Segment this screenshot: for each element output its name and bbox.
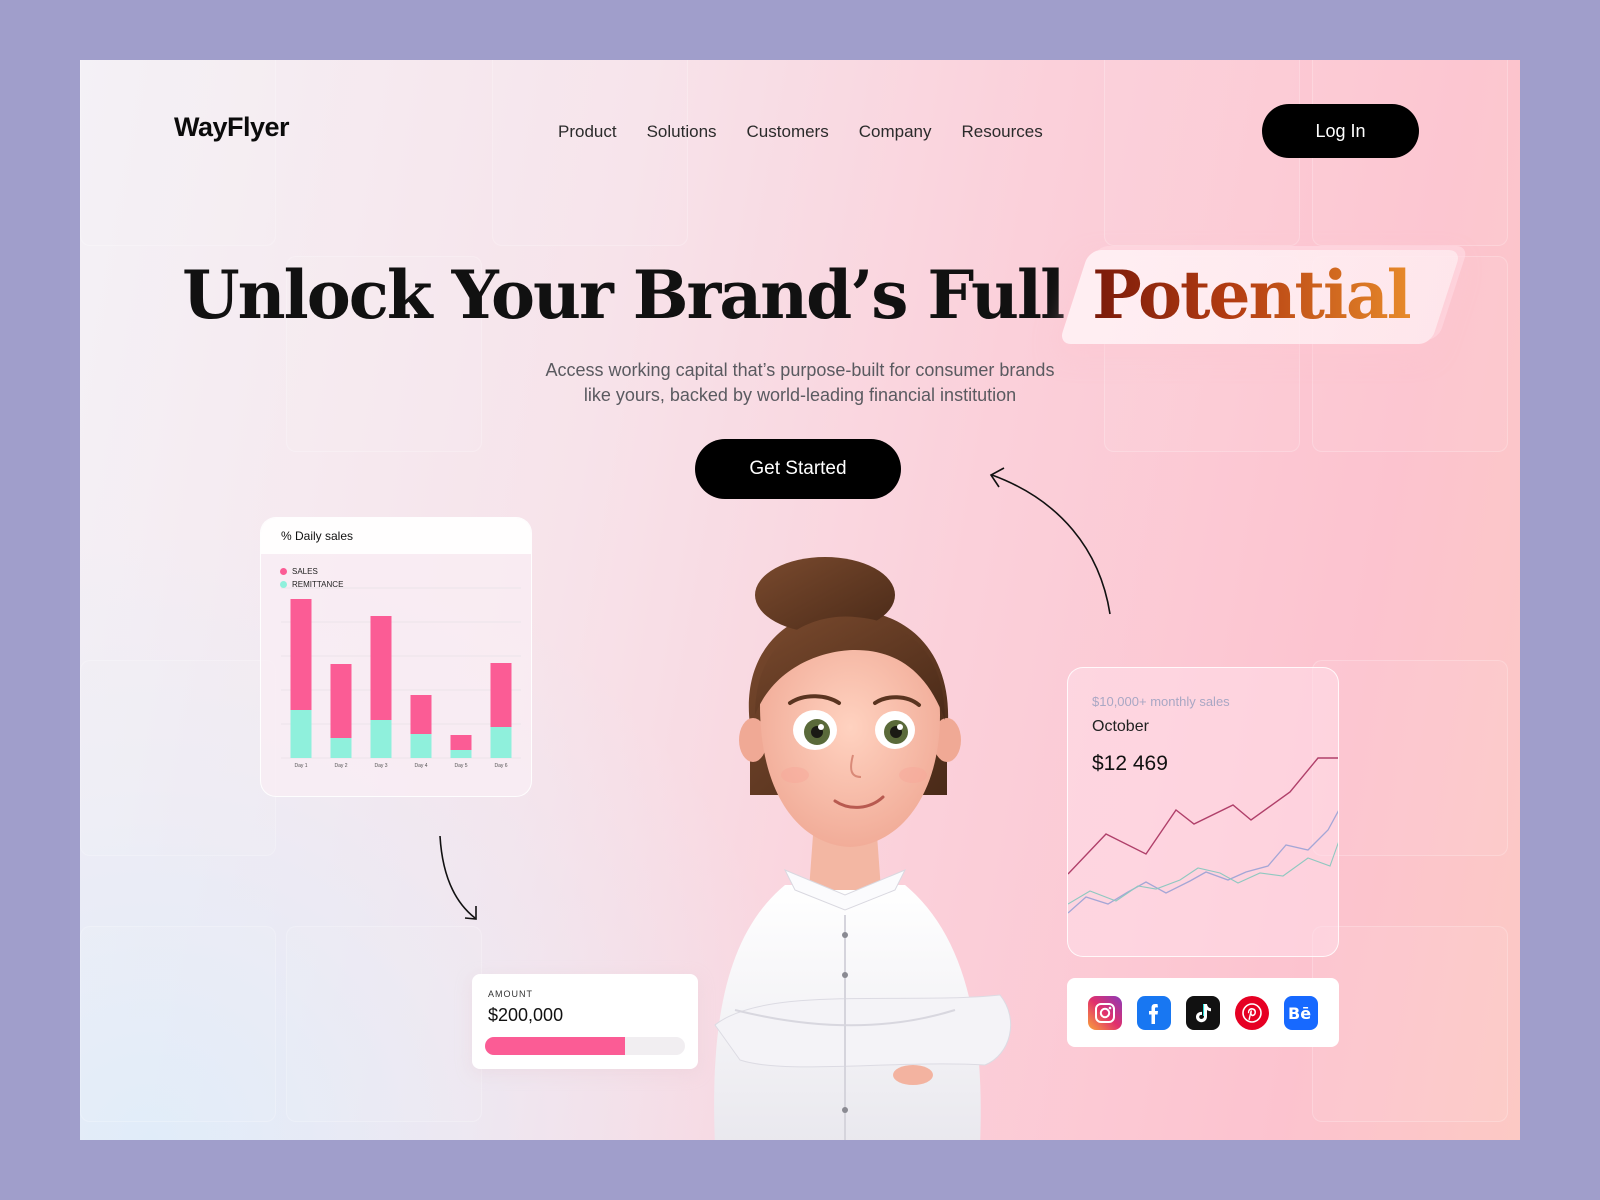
background-tile <box>80 60 276 246</box>
get-started-button[interactable]: Get Started <box>695 439 901 499</box>
background-tile <box>1312 660 1508 856</box>
background-tile <box>80 660 276 856</box>
bar-sales-day-4 <box>410 695 432 734</box>
cartoon-woman-illustration <box>714 557 1012 1140</box>
nav-item-product[interactable]: Product <box>558 122 617 142</box>
background-tile <box>1104 60 1300 246</box>
amount-progress-bar <box>485 1037 685 1055</box>
svg-text:Bē: Bē <box>1288 1004 1311 1023</box>
nav-item-resources[interactable]: Resources <box>961 122 1042 142</box>
background-tile <box>1312 926 1508 1122</box>
background-tile <box>80 926 276 1122</box>
bar-remittance-day-3 <box>370 720 392 758</box>
background-tile <box>492 60 688 246</box>
nav-item-customers[interactable]: Customers <box>747 122 829 142</box>
x-tick-label: Day 1 <box>294 763 307 769</box>
amount-label: AMOUNT <box>488 989 533 999</box>
legend-item-remittance: REMITTANCE <box>280 578 343 591</box>
hero-title-main: Unlock Your Brand’s Full <box>182 256 1085 334</box>
monthly-sales-sparkline <box>1068 757 1338 914</box>
facebook-icon[interactable] <box>1137 995 1171 1030</box>
bar-sales-day-3 <box>370 616 392 720</box>
nav-item-solutions[interactable]: Solutions <box>647 122 717 142</box>
sparkline-primary <box>1068 757 1338 875</box>
x-tick-label: Day 6 <box>494 763 507 769</box>
background-tile <box>286 926 482 1122</box>
legend-item-sales: SALES <box>280 565 343 578</box>
bar-sales-day-6 <box>490 663 512 727</box>
amount-progress-fill <box>485 1037 625 1055</box>
monthly-sales-card: $10,000+ monthly sales October $12 469 <box>1067 667 1339 957</box>
chart-legend: SALES REMITTANCE <box>280 565 343 591</box>
hero-subtitle-line: like yours, backed by world-leading fina… <box>583 385 1017 405</box>
hero-title-highlight-wrap: Potential <box>1058 250 1462 344</box>
bar-sales-day-1 <box>290 599 312 710</box>
main-nav: Product Solutions Customers Company Reso… <box>558 122 1043 142</box>
x-tick-label: Day 5 <box>454 763 467 769</box>
bar-sales-day-2 <box>330 664 352 738</box>
hero-subtitle-line: Access working capital that’s purpose-bu… <box>545 360 1055 380</box>
daily-sales-chart: Day 1 Day 2 Day 3 Day 4 Day 5 Day 6 <box>281 587 521 769</box>
login-button[interactable]: Log In <box>1262 104 1419 158</box>
legend-swatch <box>280 581 287 589</box>
landing-page: WayFlyer Product Solutions Customers Com… <box>80 60 1520 1140</box>
pinterest-icon[interactable] <box>1235 995 1269 1030</box>
x-tick-label: Day 2 <box>334 763 347 769</box>
curved-arrow-down-icon <box>439 835 477 920</box>
hero-title-highlight: Potential <box>1092 256 1412 334</box>
bar-remittance-day-6 <box>490 727 512 758</box>
brand-logo[interactable]: WayFlyer <box>174 112 290 143</box>
sparkline-secondary <box>1068 810 1338 914</box>
social-icons-bar: Bē <box>1067 978 1339 1047</box>
amount-value: $200,000 <box>488 1005 564 1025</box>
bar-remittance-day-1 <box>290 710 312 758</box>
legend-label: REMITTANCE <box>292 580 344 589</box>
behance-icon[interactable]: Bē <box>1284 995 1318 1030</box>
legend-swatch <box>280 568 287 576</box>
bar-remittance-day-4 <box>410 734 432 758</box>
bar-remittance-day-5 <box>450 750 472 758</box>
nav-item-company[interactable]: Company <box>859 122 932 142</box>
bar-remittance-day-2 <box>330 738 352 758</box>
amount-card: AMOUNT $200,000 <box>472 974 698 1069</box>
x-tick-label: Day 4 <box>414 763 427 769</box>
daily-sales-card: % Daily sales Day 1 Day 2 Day 3 Day 4 Day 5D… <box>260 517 532 797</box>
instagram-icon[interactable] <box>1088 995 1122 1030</box>
legend-label: SALES <box>292 567 318 576</box>
bar-sales-day-5 <box>450 735 472 750</box>
hero-subtitle: Access working capital that’s purpose-bu… <box>80 358 1520 408</box>
x-tick-label: Day 3 <box>374 763 387 769</box>
hero-title: Unlock Your Brand’s Full Potential <box>80 250 1520 344</box>
tiktok-icon[interactable] <box>1186 995 1220 1030</box>
